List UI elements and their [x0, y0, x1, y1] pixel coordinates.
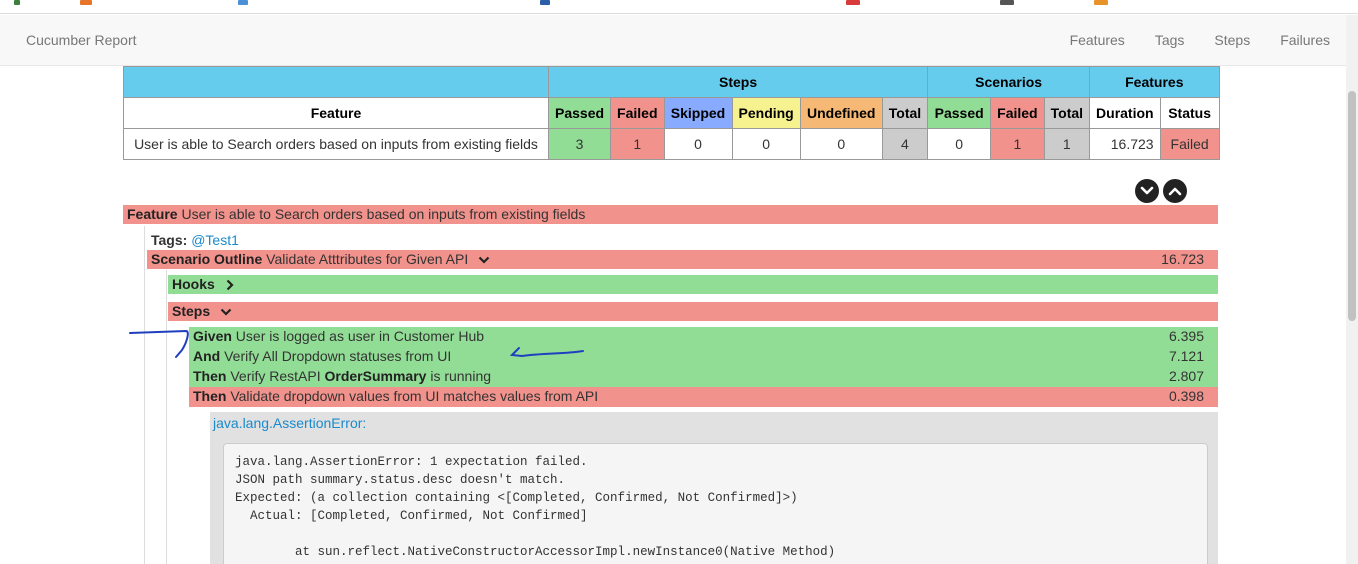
- features-group-header: Features: [1089, 66, 1220, 98]
- steps-group-header: Steps: [547, 66, 929, 98]
- step-row: Given User is logged as user in Customer…: [189, 327, 1218, 347]
- top-navbar: Cucumber Report Features Tags Steps Fail…: [0, 15, 1346, 66]
- page-scrollbar[interactable]: [1346, 15, 1358, 564]
- steps-skipped-value: 0: [663, 128, 733, 160]
- nav-link-failures[interactable]: Failures: [1280, 32, 1330, 48]
- nav-links: Features Tags Steps Failures: [1040, 32, 1330, 48]
- feature-title: User is able to Search orders based on i…: [181, 206, 586, 222]
- step-duration: 2.807: [1168, 368, 1204, 384]
- step-duration: 6.395: [1168, 328, 1204, 344]
- col-duration: Duration: [1089, 97, 1161, 129]
- step-text: is running: [426, 368, 492, 384]
- duration-value: 16.723: [1089, 128, 1161, 160]
- stack-trace-line: Actual: [Completed, Confirmed, Not Confi…: [235, 509, 588, 523]
- stats-column-header-row: Feature Passed Failed Skipped Pending Un…: [123, 97, 1220, 129]
- step-text: User is logged as user in Customer Hub: [235, 328, 485, 344]
- scrollbar-thumb[interactable]: [1348, 91, 1356, 321]
- col-steps-total: Total: [881, 97, 929, 129]
- nav-link-steps[interactable]: Steps: [1214, 32, 1250, 48]
- chevron-down-icon[interactable]: [478, 255, 490, 265]
- scenario-duration: 16.723: [1161, 251, 1204, 267]
- steps-passed-value: 3: [547, 128, 612, 160]
- stack-trace-line: java.lang.AssertionError: 1 expectation …: [235, 455, 588, 469]
- step-row-failed: Then Validate dropdown values from UI ma…: [189, 387, 1218, 407]
- step-text: Verify All Dropdown statuses from UI: [224, 348, 452, 364]
- bookmark-icon[interactable]: [80, 0, 92, 5]
- stack-trace-line: Expected: (a collection containing <[Com…: [235, 491, 798, 505]
- scenario-keyword: Scenario Outline: [151, 251, 263, 267]
- bookmark-icon[interactable]: [14, 0, 20, 5]
- feature-header[interactable]: Feature User is able to Search orders ba…: [123, 205, 1218, 224]
- bookmark-icon[interactable]: [1094, 0, 1108, 5]
- bookmark-bar: [0, 0, 1358, 14]
- step-keyword: Then: [193, 368, 227, 384]
- hooks-section[interactable]: Hooks: [168, 275, 1218, 294]
- col-steps-pending: Pending: [731, 97, 801, 129]
- col-status: Status: [1159, 97, 1220, 129]
- steps-undefined-value: 0: [799, 128, 883, 160]
- step-keyword: Given: [193, 328, 232, 344]
- nav-link-features[interactable]: Features: [1070, 32, 1125, 48]
- step-duration: 0.398: [1168, 388, 1204, 404]
- feature-name-link[interactable]: User is able to Search orders based on i…: [123, 128, 549, 160]
- step-row: Then Verify RestAPI OrderSummary is runn…: [189, 367, 1218, 387]
- stats-group-header-row: Steps Scenarios Features: [123, 66, 1220, 98]
- chevron-right-icon[interactable]: [225, 279, 235, 291]
- stats-blank-header: [123, 66, 549, 98]
- col-feature: Feature: [123, 97, 549, 129]
- tree-guide-line: [166, 270, 167, 564]
- steps-total-value: 4: [881, 128, 929, 160]
- hooks-label: Hooks: [172, 276, 215, 292]
- bookmark-icon[interactable]: [540, 0, 550, 5]
- step-text-bold: OrderSummary: [324, 368, 427, 384]
- tag-link[interactable]: @Test1: [191, 232, 239, 248]
- status-badge: Failed: [1159, 128, 1220, 160]
- tags-label: Tags:: [151, 232, 188, 248]
- steps-label: Steps: [172, 303, 211, 319]
- steps-pending-value: 0: [731, 128, 801, 160]
- step-text: Verify RestAPI: [230, 368, 325, 384]
- bookmark-icon[interactable]: [238, 0, 248, 5]
- table-row: User is able to Search orders based on i…: [123, 128, 1220, 160]
- scenario-header[interactable]: Scenario Outline Validate Atttributes fo…: [147, 250, 1218, 269]
- scenarios-total-value: 1: [1043, 128, 1091, 160]
- step-keyword: Then: [193, 388, 227, 404]
- scenarios-failed-value: 1: [990, 128, 1045, 160]
- scenarios-group-header: Scenarios: [927, 66, 1091, 98]
- step-text: Validate dropdown values from UI matches…: [230, 388, 599, 404]
- col-scenarios-total: Total: [1043, 97, 1091, 129]
- nav-link-tags[interactable]: Tags: [1155, 32, 1185, 48]
- error-toggle-link[interactable]: java.lang.AssertionError:: [213, 415, 366, 431]
- bookmark-icon[interactable]: [1000, 0, 1014, 5]
- tags-line: Tags: @Test1: [151, 232, 239, 248]
- stack-trace: java.lang.AssertionError: 1 expectation …: [223, 443, 1208, 564]
- hand-drawn-arrow-mark: [129, 329, 189, 358]
- collapse-all-button[interactable]: [1163, 179, 1187, 203]
- steps-failed-value: 1: [610, 128, 665, 160]
- brand-title[interactable]: Cucumber Report: [26, 32, 137, 48]
- expand-all-button[interactable]: [1135, 179, 1159, 203]
- col-scenarios-passed: Passed: [927, 97, 992, 129]
- steps-section[interactable]: Steps: [168, 302, 1218, 321]
- chevron-up-circle-icon: [1168, 187, 1182, 196]
- col-scenarios-failed: Failed: [990, 97, 1045, 129]
- error-panel: java.lang.AssertionError: java.lang.Asse…: [210, 412, 1218, 564]
- tree-guide-line: [144, 226, 145, 564]
- chevron-down-circle-icon: [1140, 186, 1154, 195]
- bookmark-icon[interactable]: [846, 0, 860, 5]
- step-row: And Verify All Dropdown statuses from UI…: [189, 347, 1218, 367]
- step-keyword: And: [193, 348, 221, 364]
- col-steps-skipped: Skipped: [663, 97, 733, 129]
- col-steps-passed: Passed: [547, 97, 612, 129]
- col-steps-failed: Failed: [610, 97, 665, 129]
- scenario-title: Validate Atttributes for Given API: [266, 251, 469, 267]
- feature-stats-table: Steps Scenarios Features Feature Passed …: [123, 66, 1220, 160]
- scenarios-passed-value: 0: [927, 128, 992, 160]
- chevron-down-icon[interactable]: [220, 307, 232, 317]
- col-steps-undefined: Undefined: [799, 97, 883, 129]
- stack-trace-line: JSON path summary.status.desc doesn't ma…: [235, 473, 566, 487]
- step-duration: 7.121: [1168, 348, 1204, 364]
- feature-keyword: Feature: [127, 206, 178, 222]
- stack-trace-line: at sun.reflect.NativeConstructorAccessor…: [235, 545, 836, 559]
